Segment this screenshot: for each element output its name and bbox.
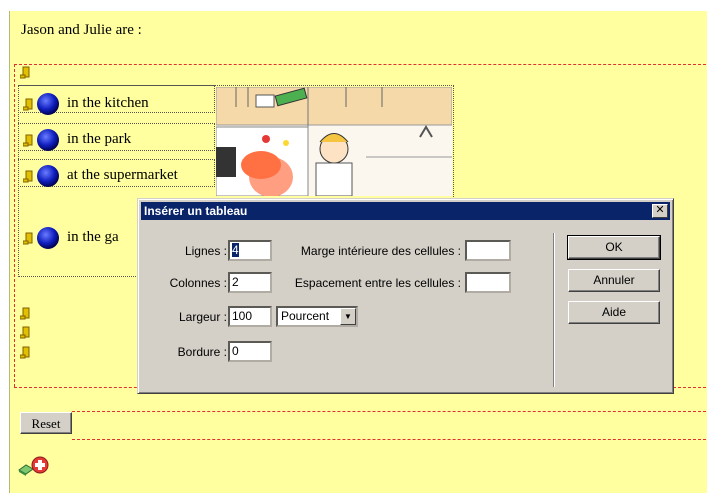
cell-spacing-field[interactable] (465, 272, 511, 293)
answer-row-kitchen[interactable]: in the kitchen (23, 92, 223, 118)
anchor-icon[interactable] (20, 66, 31, 79)
anchor-icon[interactable] (20, 307, 31, 320)
rows-value: 4 (232, 243, 239, 257)
anchor-icon[interactable] (23, 134, 34, 147)
layer-border-left (14, 64, 15, 387)
kitchen-illustration (216, 87, 452, 196)
answer-row-park[interactable]: in the park (23, 128, 223, 154)
width-value: 100 (232, 309, 253, 323)
insert-table-dialog: Insérer un tableau ✕ Lignes : 4 Colonnes… (137, 198, 674, 394)
answer-label: at the supermarket (67, 167, 178, 183)
cancel-button[interactable]: Annuler (568, 269, 660, 292)
answer-label: in the ga (67, 229, 119, 245)
radio-button-icon[interactable] (36, 92, 60, 116)
columns-label: Colonnes : (169, 276, 227, 290)
width-field[interactable]: 100 (228, 306, 272, 327)
dialog-separator (553, 233, 555, 387)
cell-padding-field[interactable] (465, 240, 511, 261)
columns-field[interactable]: 2 (228, 272, 272, 293)
radio-button-icon[interactable] (36, 164, 60, 188)
anchor-icon[interactable] (20, 346, 31, 359)
width-unit-value: Pourcent (281, 309, 330, 323)
radio-button-icon[interactable] (36, 226, 60, 250)
chevron-down-icon[interactable]: ▼ (340, 308, 356, 325)
anchor-icon[interactable] (23, 232, 34, 245)
radio-button-icon[interactable] (36, 128, 60, 152)
border-value: 0 (232, 344, 239, 358)
form-border-top (72, 411, 706, 412)
ok-button[interactable]: OK (567, 235, 661, 260)
rows-label: Lignes : (184, 244, 227, 258)
columns-value: 2 (232, 275, 239, 289)
cell-spacing-label: Espacement entre les cellules : (294, 276, 461, 290)
border-label: Bordure : (177, 345, 227, 359)
dialog-title: Insérer un tableau (144, 204, 248, 218)
layer-border-top (14, 64, 706, 65)
answer-row-supermarket[interactable]: at the supermarket (23, 164, 223, 190)
plus-icon[interactable] (31, 456, 49, 474)
width-unit-select[interactable]: Pourcent ▼ (276, 306, 358, 327)
form-border-bottom (72, 439, 706, 440)
question-text: Jason and Julie are : (21, 22, 142, 38)
anchor-icon[interactable] (23, 98, 34, 111)
anchor-icon[interactable] (23, 170, 34, 183)
anchor-icon[interactable] (20, 326, 31, 339)
width-label: Largeur : (178, 310, 227, 324)
answer-label: in the park (67, 131, 132, 147)
rows-field[interactable]: 4 (228, 240, 272, 261)
close-icon[interactable]: ✕ (652, 204, 668, 218)
border-field[interactable]: 0 (228, 341, 272, 362)
reset-button[interactable]: Reset (20, 412, 72, 434)
dialog-titlebar[interactable]: Insérer un tableau ✕ (141, 202, 670, 220)
answer-label: in the kitchen (67, 95, 149, 111)
help-button[interactable]: Aide (568, 301, 660, 324)
cell-padding-label: Marge intérieure des cellules : (300, 244, 461, 258)
